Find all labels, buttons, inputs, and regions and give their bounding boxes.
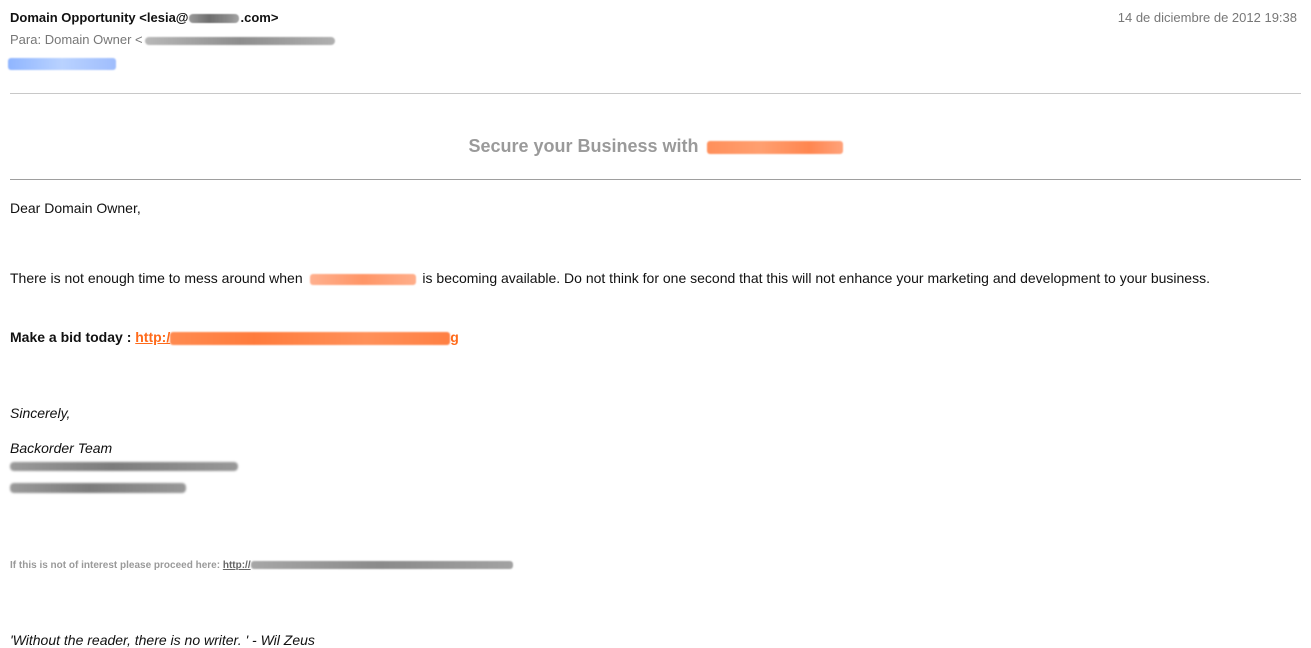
sender-email-suffix: .com> bbox=[240, 10, 279, 25]
redacted-banner-domain bbox=[706, 140, 843, 154]
banner-divider bbox=[10, 179, 1301, 180]
recipient-name: Domain Owner < bbox=[44, 32, 143, 47]
bid-link-suffix: g bbox=[450, 329, 459, 345]
unsubscribe-link[interactable]: http:// bbox=[223, 560, 513, 571]
redacted-signature-line-2 bbox=[10, 483, 186, 493]
redacted-bid-url bbox=[170, 331, 451, 345]
email-date: 14 de diciembre de 2012 19:38 bbox=[1117, 10, 1297, 25]
redacted-attachment-link[interactable] bbox=[8, 58, 116, 70]
greeting: Dear Domain Owner, bbox=[10, 200, 141, 216]
redacted-signature-line-1 bbox=[10, 462, 238, 471]
header-divider bbox=[10, 93, 1301, 94]
bid-line: Make a bid today : http:/ g bbox=[10, 329, 459, 345]
signature-team: Backorder Team bbox=[10, 440, 113, 456]
unsubscribe-line: If this is not of interest please procee… bbox=[10, 560, 513, 571]
unsubscribe-link-prefix: http:// bbox=[222, 560, 251, 571]
recipient-line: Para: Domain Owner < bbox=[10, 32, 335, 47]
paragraph-end: is becoming available. Do not think for … bbox=[422, 270, 1210, 286]
unsubscribe-text: If this is not of interest please procee… bbox=[10, 560, 221, 571]
paragraph-start: There is not enough time to mess around … bbox=[10, 270, 303, 286]
sender-email-prefix: <lesia@ bbox=[139, 10, 189, 25]
banner-text: Secure your Business with bbox=[468, 136, 699, 156]
redacted-recipient-email bbox=[144, 36, 335, 45]
body-paragraph: There is not enough time to mess around … bbox=[10, 270, 1305, 287]
bid-link-prefix: http:/ bbox=[135, 329, 171, 345]
bid-label: Make a bid today : bbox=[10, 329, 132, 345]
redacted-unsubscribe-url bbox=[250, 561, 513, 570]
sign-off: Sincerely, bbox=[10, 405, 71, 421]
redacted-sender-domain bbox=[189, 14, 240, 24]
sender-name: Domain Opportunity bbox=[10, 10, 136, 25]
redacted-domain-name bbox=[309, 273, 416, 285]
sender-line: Domain Opportunity <lesia@ .com> bbox=[10, 10, 278, 25]
email-banner: Secure your Business with bbox=[0, 136, 1311, 157]
closing-quote: 'Without the reader, there is no writer.… bbox=[10, 632, 315, 648]
to-label: Para: bbox=[10, 32, 42, 47]
bid-link[interactable]: http:/ g bbox=[135, 329, 459, 345]
